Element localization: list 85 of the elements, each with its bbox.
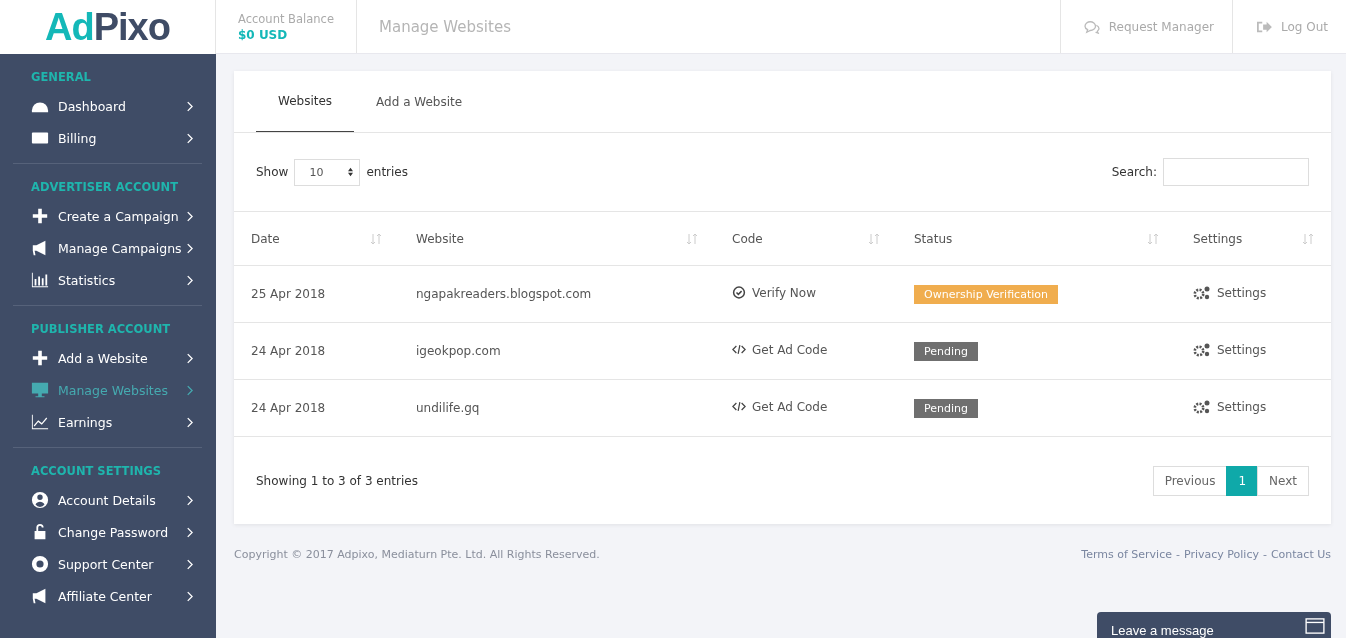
chevron-icon: [186, 590, 193, 602]
chevron-icon: [186, 274, 193, 286]
search-label: Search:: [1111, 165, 1157, 179]
chevron-icon: [186, 210, 193, 222]
tab[interactable]: Websites: [256, 71, 355, 132]
sort-icon: [1147, 232, 1159, 245]
sort-icon: [1302, 232, 1314, 245]
sort-icon: [868, 232, 880, 245]
sidebar-item[interactable]: Billing: [13, 122, 202, 154]
status-badge: Pending: [914, 398, 978, 418]
column-header[interactable]: Settings: [1176, 212, 1331, 266]
entries-label: entries: [366, 165, 408, 179]
code-link[interactable]: Get Ad Code: [732, 399, 828, 414]
trend-icon: [31, 413, 49, 431]
code-icon: [732, 343, 746, 357]
entries-info: Showing 1 to 3 of 3 entries: [256, 473, 418, 488]
column-header[interactable]: Date: [234, 212, 399, 266]
status-badge: Ownership Verification: [914, 284, 1058, 304]
sidebar-section-title: ACCOUNT SETTINGS: [30, 463, 163, 480]
sidebar-section-title: PUBLISHER ACCOUNT: [30, 321, 172, 338]
sidebar-item[interactable]: Change Password: [13, 516, 202, 548]
sidebar-item[interactable]: Add a Website: [13, 342, 202, 374]
table-cell: ngapakreaders.blogspot.com: [399, 265, 715, 323]
balance-value: $0 USD: [238, 27, 289, 42]
chat-icon: [1082, 19, 1101, 34]
plus-icon: [31, 207, 49, 225]
show-label: Show: [256, 165, 289, 179]
sidebar-item[interactable]: Affiliate Center: [13, 580, 202, 612]
separator: -: [1262, 548, 1267, 561]
copyright-text: Copyright © 2017 Adpixo, Mediaturn Pte. Ltd. All Rights Reserved.: [234, 548, 600, 561]
sidebar-item[interactable]: Dashboard: [13, 90, 202, 122]
settings-link[interactable]: Settings: [1193, 398, 1267, 415]
plus-icon: [31, 349, 49, 367]
check-circle-icon: [732, 286, 746, 300]
chevron-icon: [186, 352, 193, 364]
footer-link[interactable]: Privacy Policy: [1183, 548, 1259, 561]
sidebar-item[interactable]: Statistics: [13, 264, 202, 296]
sidebar-section-title: GENERAL: [30, 69, 92, 86]
chevron-icon: [186, 526, 193, 538]
chevron-icon: [186, 384, 193, 396]
sidebar-item[interactable]: Manage Campaigns: [13, 232, 202, 264]
sidebar-item[interactable]: Earnings: [13, 406, 202, 438]
balance-label: Account Balance: [238, 11, 334, 26]
user-icon: [31, 491, 49, 509]
sort-icon: [686, 232, 698, 245]
pagination-button[interactable]: Next: [1257, 465, 1309, 496]
settings-link[interactable]: Settings: [1193, 341, 1267, 358]
code-link[interactable]: Verify Now: [732, 285, 816, 300]
column-header[interactable]: Code: [715, 212, 897, 266]
chevron-icon: [186, 494, 193, 506]
search-field[interactable]: [1163, 158, 1309, 186]
chat-widget-bar[interactable]: Leave a message: [1097, 612, 1331, 638]
lifebuoy-icon: [31, 555, 49, 573]
sidebar-item[interactable]: Account Details: [13, 484, 202, 516]
chevron-icon: [186, 132, 193, 144]
window-icon: [1305, 618, 1325, 634]
column-header[interactable]: Status: [897, 212, 1176, 266]
chevron-icon: [186, 558, 193, 570]
page-title: Manage Websites: [378, 16, 512, 38]
logo: AdPixo: [45, 5, 170, 49]
sidebar-section-title: ADVERTISER ACCOUNT: [30, 179, 180, 196]
table-cell: undilife.gq: [399, 379, 715, 437]
logout-icon: [1255, 19, 1273, 34]
separator: -: [1176, 548, 1180, 561]
code-link[interactable]: Get Ad Code: [732, 342, 828, 357]
chevron-icon: [186, 416, 193, 428]
code-icon: [732, 400, 746, 414]
chevron-icon: [186, 242, 193, 254]
table-cell: 24 Apr 2018: [234, 379, 399, 437]
column-header[interactable]: Website: [399, 212, 715, 266]
footer-link[interactable]: Contact Us: [1270, 548, 1331, 561]
bars-icon: [31, 271, 49, 289]
updown-icon: [347, 167, 355, 177]
tab[interactable]: Add a Website: [354, 71, 485, 132]
table-cell: igeokpop.com: [399, 322, 715, 380]
sidebar-item[interactable]: Create a Campaign: [13, 200, 202, 232]
table-cell: 25 Apr 2018: [234, 265, 399, 323]
entries-select[interactable]: 10: [294, 158, 361, 186]
settings-link[interactable]: Settings: [1193, 284, 1267, 301]
monitor-icon: [31, 381, 49, 399]
chevron-icon: [186, 100, 193, 112]
sort-icon: [370, 232, 382, 245]
table-cell: 24 Apr 2018: [234, 322, 399, 380]
sidebar-item[interactable]: Support Center: [13, 548, 202, 580]
status-badge: Pending: [914, 341, 978, 361]
